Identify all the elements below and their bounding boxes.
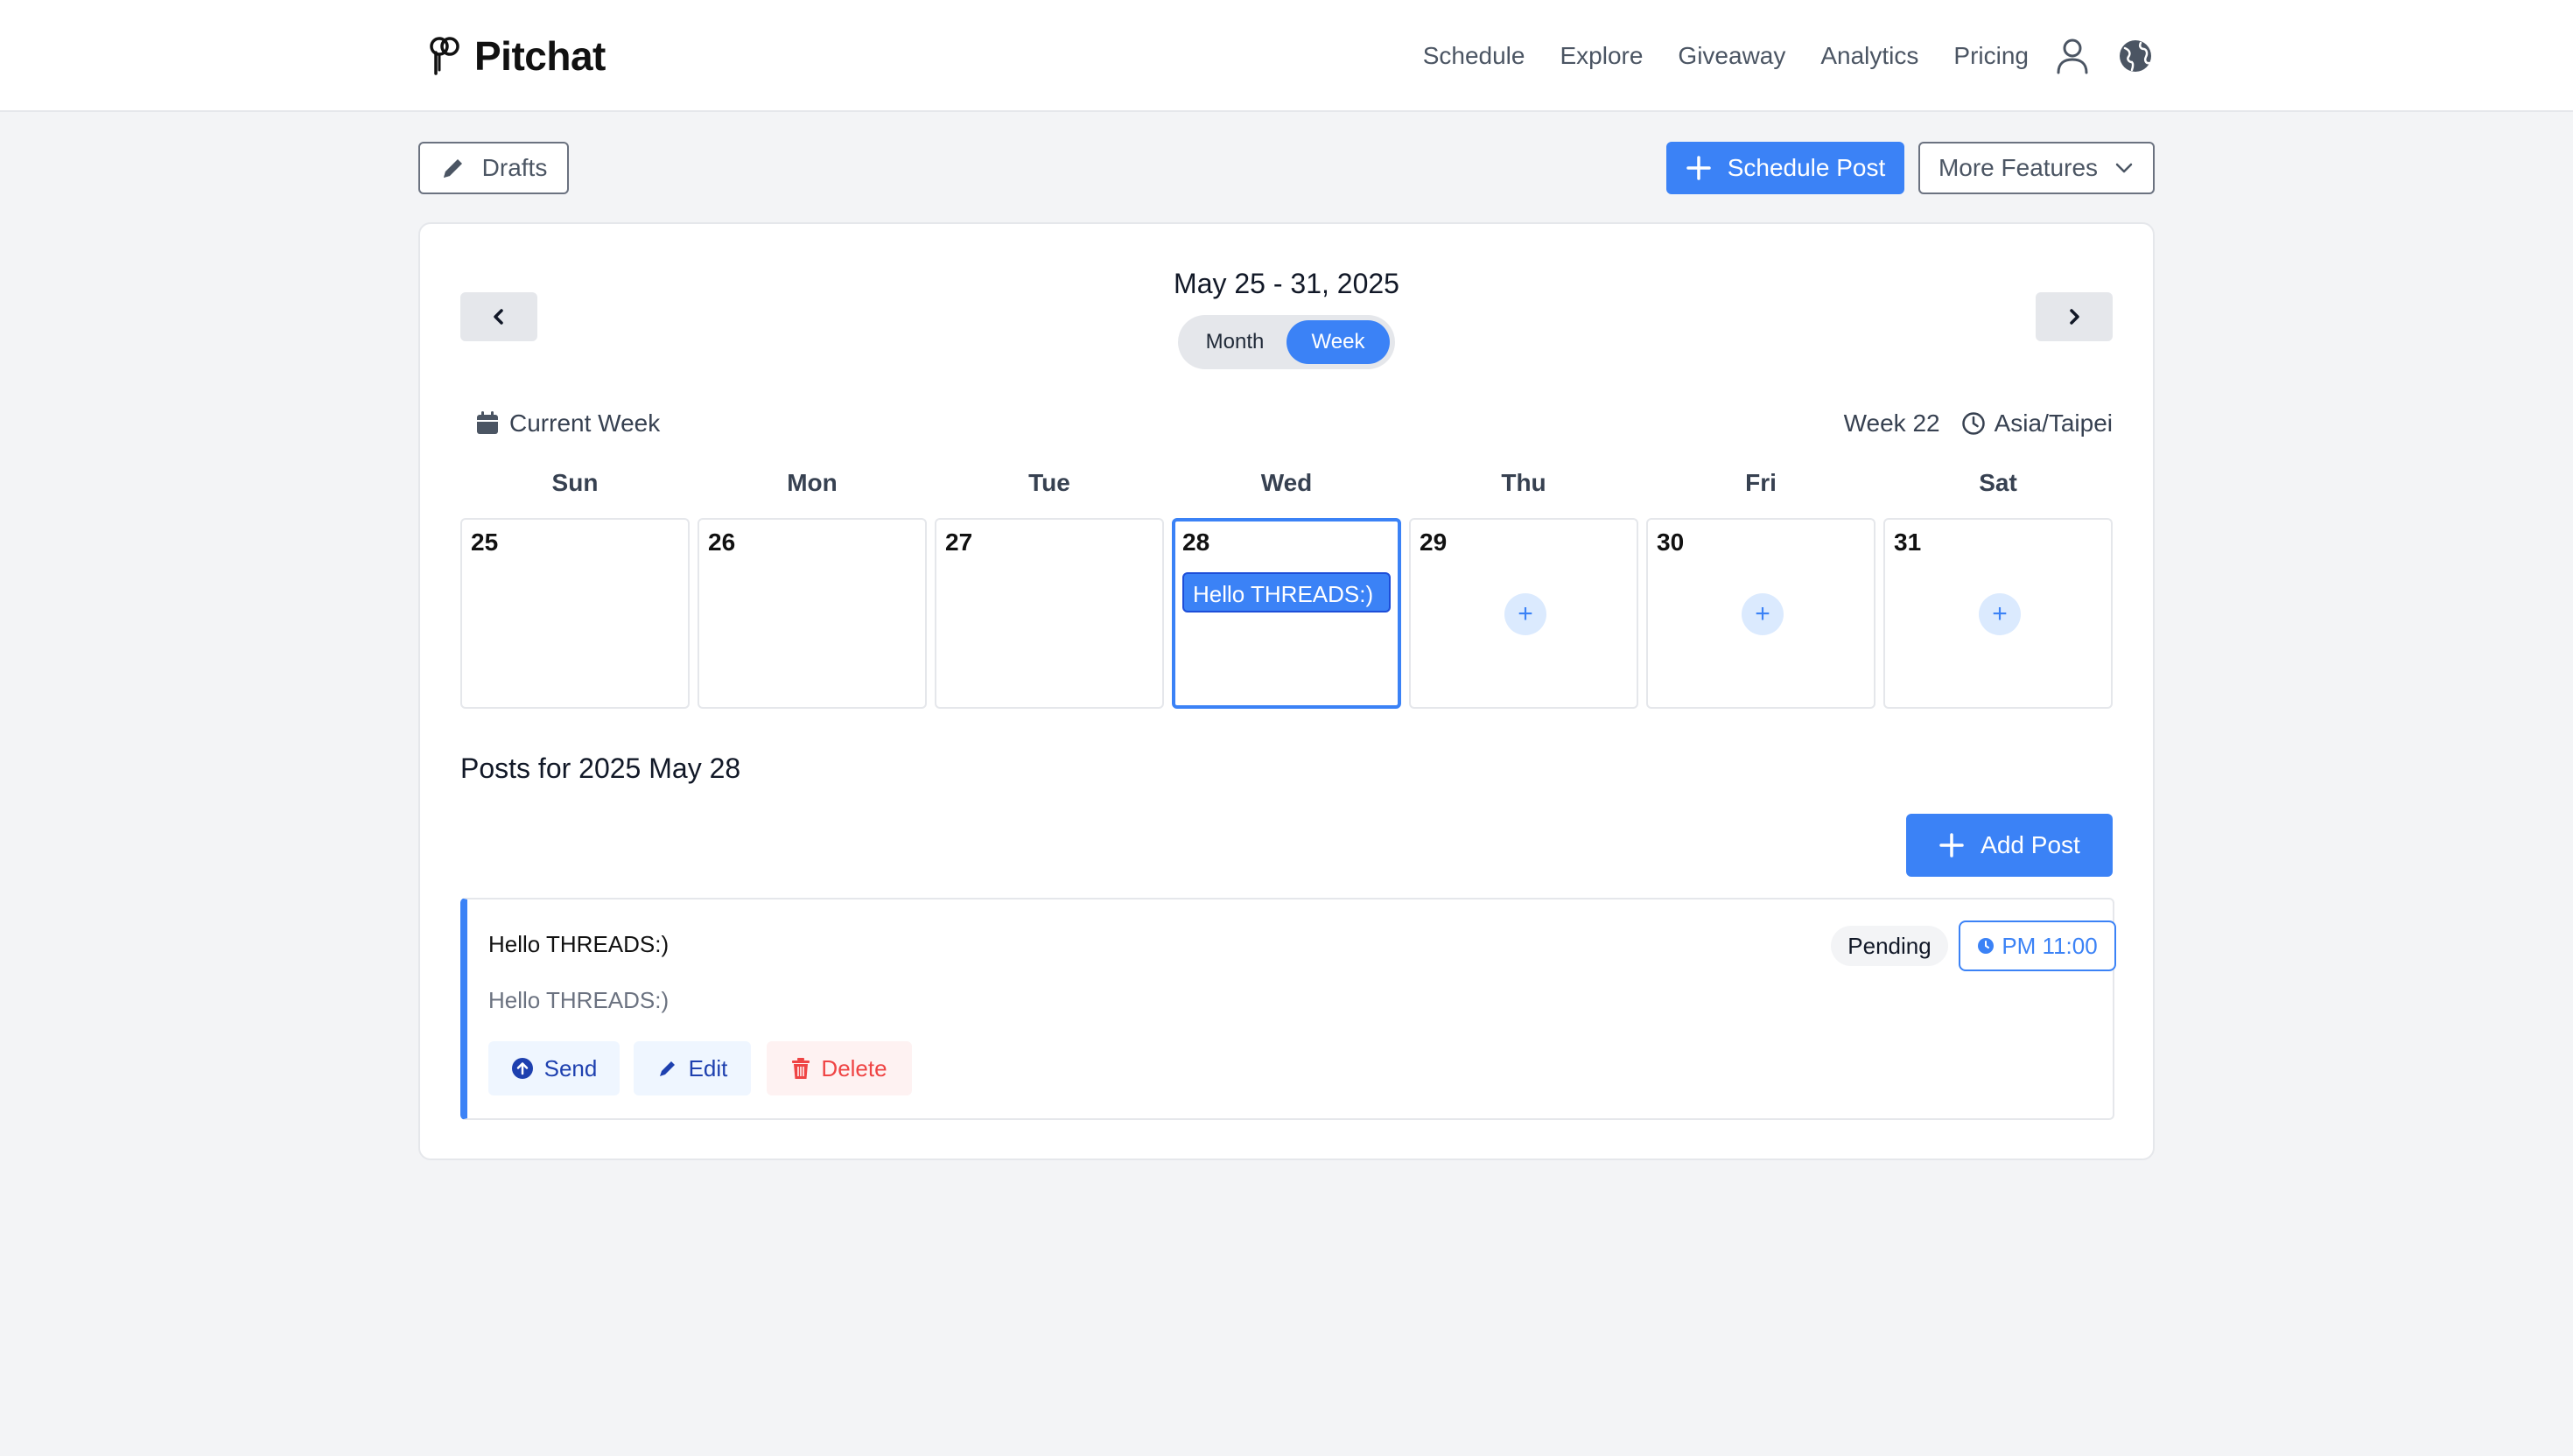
post-title: Hello THREADS:) <box>488 931 670 957</box>
current-week-label: Current Week <box>509 410 661 437</box>
send-label: Send <box>543 1054 598 1082</box>
add-post-label: Add Post <box>1981 831 2080 858</box>
week-info: Week 22 Asia/Taipei <box>1844 406 2113 441</box>
day-number: 30 <box>1657 528 1685 556</box>
plus-icon <box>1686 156 1711 180</box>
day-number: 27 <box>945 528 973 556</box>
calendar-event-chip[interactable]: Hello THREADS:) <box>1182 572 1391 612</box>
schedule-post-button[interactable]: Schedule Post <box>1666 142 1904 194</box>
week-number: Week 22 <box>1843 410 1940 437</box>
nav-schedule[interactable]: Schedule <box>1423 42 1525 70</box>
schedule-post-label: Schedule Post <box>1727 154 1886 181</box>
send-button[interactable]: Send <box>488 1041 620 1096</box>
day-number: 28 <box>1182 528 1210 556</box>
current-week-button[interactable]: Current Week <box>476 406 660 441</box>
view-month-option[interactable]: Month <box>1183 320 1286 364</box>
day-number: 26 <box>708 528 736 556</box>
drafts-button[interactable]: Drafts <box>418 142 569 194</box>
add-post-plus-icon[interactable]: + <box>1504 593 1546 635</box>
day-header-tue: Tue <box>1028 469 1070 496</box>
scheduled-time-badge[interactable]: PM 11:00 <box>1959 920 2116 971</box>
day-number: 29 <box>1420 528 1448 556</box>
day-cell-25[interactable]: 25 <box>460 518 690 709</box>
status-badge: Pending <box>1831 926 1948 966</box>
nav-explore[interactable]: Explore <box>1560 42 1643 70</box>
brand[interactable]: Pitchat <box>427 30 606 82</box>
brand-name: Pitchat <box>474 33 606 79</box>
day-header-thu: Thu <box>1501 469 1546 496</box>
delete-label: Delete <box>821 1054 887 1082</box>
timezone-label: Asia/Taipei <box>1994 410 2113 437</box>
add-post-plus-icon[interactable]: + <box>1742 593 1784 635</box>
pencil-icon <box>659 1061 675 1076</box>
scheduled-time: PM 11:00 <box>2002 932 2098 959</box>
plus-icon <box>1939 833 1964 858</box>
view-toggle: Month Week <box>1178 315 1395 369</box>
clock-icon <box>1961 412 1985 435</box>
date-range-title: May 25 - 31, 2025 <box>1174 268 1399 299</box>
delete-button[interactable]: Delete <box>767 1041 912 1096</box>
chevron-down-icon <box>2115 163 2133 173</box>
chevron-right-icon <box>2070 309 2079 325</box>
day-cell-26[interactable]: 26 <box>698 518 927 709</box>
day-header-fri: Fri <box>1745 469 1777 496</box>
day-cell-29[interactable]: 29 + <box>1409 518 1638 709</box>
day-cell-28-selected[interactable]: 28 Hello THREADS:) <box>1172 518 1401 709</box>
next-week-button[interactable] <box>2036 292 2113 341</box>
day-number: 25 <box>471 528 499 556</box>
nav-analytics[interactable]: Analytics <box>1820 42 1918 70</box>
day-header-wed: Wed <box>1260 469 1313 496</box>
post-body: Hello THREADS:) <box>488 987 670 1013</box>
edit-button[interactable]: Edit <box>634 1041 751 1096</box>
drafts-label: Drafts <box>481 154 548 181</box>
more-features-label: More Features <box>1938 154 2099 181</box>
view-week-option[interactable]: Week <box>1286 320 1390 364</box>
edit-label: Edit <box>688 1054 728 1082</box>
globe-icon[interactable] <box>2116 37 2155 75</box>
calendar-icon <box>477 411 498 434</box>
add-post-plus-icon[interactable]: + <box>1979 593 2021 635</box>
day-header-sat: Sat <box>1979 469 2017 496</box>
post-card: Hello THREADS:) Hello THREADS:) Pending … <box>460 898 2116 1120</box>
nav-giveaway[interactable]: Giveaway <box>1678 42 1785 70</box>
main-nav: Schedule Explore Giveaway Analytics Pric… <box>1423 30 2155 82</box>
nav-pricing[interactable]: Pricing <box>1953 42 2029 70</box>
calendar-card: May 25 - 31, 2025 Month Week Current Wee… <box>418 222 2155 1160</box>
day-cell-27[interactable]: 27 <box>935 518 1164 709</box>
day-cell-31[interactable]: 31 + <box>1883 518 2113 709</box>
posts-heading: Posts for 2025 May 28 <box>460 752 741 784</box>
day-header-mon: Mon <box>787 469 838 496</box>
pencil-icon <box>443 159 462 178</box>
day-number: 31 <box>1894 528 1922 556</box>
add-post-button[interactable]: Add Post <box>1906 814 2113 877</box>
top-navbar: Pitchat Schedule Explore Giveaway Analyt… <box>0 0 2573 112</box>
user-icon[interactable] <box>2053 37 2092 75</box>
trash-icon <box>792 1058 810 1079</box>
arrow-up-circle-icon <box>511 1058 533 1079</box>
day-cell-30[interactable]: 30 + <box>1646 518 1875 709</box>
clock-icon <box>1978 938 1995 954</box>
more-features-dropdown[interactable]: More Features <box>1918 142 2155 194</box>
pitchat-logo-icon <box>430 37 459 75</box>
chevron-left-icon <box>494 309 503 325</box>
day-header-sun: Sun <box>551 469 599 496</box>
